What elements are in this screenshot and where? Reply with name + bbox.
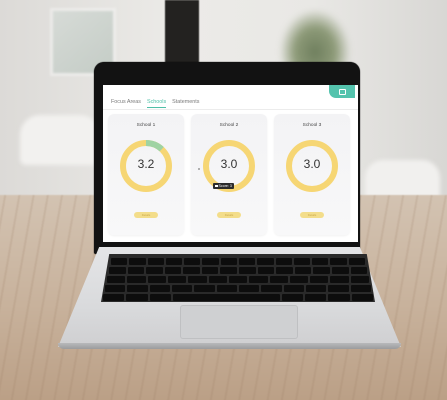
tab-bar: Focus Areas Schools Statements bbox=[111, 99, 199, 108]
keyboard-row bbox=[111, 258, 365, 265]
keyboard-row bbox=[107, 276, 370, 283]
laptop-trackpad bbox=[180, 305, 298, 339]
tooltip-text: Score: 3 bbox=[218, 184, 232, 188]
score-value: 3.0 bbox=[303, 157, 321, 171]
school-card[interactable]: School 2 3.0 Score: 3 Details bbox=[191, 114, 267, 235]
school-card[interactable]: School 1 3.2 Details bbox=[108, 114, 184, 235]
laptop-base-edge bbox=[58, 343, 401, 349]
photo-scene: Focus Areas Schools Statements School 1 … bbox=[0, 0, 447, 400]
school-title: School 1 bbox=[136, 123, 156, 128]
tab-statements[interactable]: Statements bbox=[172, 99, 199, 108]
cursor-dot bbox=[198, 168, 200, 170]
details-button[interactable]: Details bbox=[217, 212, 241, 218]
background-chair bbox=[20, 115, 100, 165]
tab-schools[interactable]: Schools bbox=[146, 99, 167, 108]
school-title: School 2 bbox=[219, 123, 239, 128]
laptop-screen: Focus Areas Schools Statements School 1 … bbox=[103, 85, 358, 242]
score-value: 3.0 bbox=[220, 157, 238, 171]
header-divider bbox=[103, 109, 358, 110]
tooltip-swatch bbox=[215, 184, 218, 188]
layout-icon bbox=[338, 88, 346, 95]
tab-focus-areas[interactable]: Focus Areas bbox=[111, 99, 141, 108]
score-tooltip: Score: 3 bbox=[213, 183, 234, 189]
score-value: 3.2 bbox=[137, 157, 155, 171]
school-cards: School 1 3.2 Details School 2 3.0 Score:… bbox=[108, 114, 350, 235]
layout-toggle-button[interactable] bbox=[329, 85, 355, 98]
school-card[interactable]: School 3 3.0 Details bbox=[274, 114, 350, 235]
keyboard-row bbox=[109, 267, 368, 274]
background-beam bbox=[165, 0, 199, 65]
details-button[interactable]: Details bbox=[134, 212, 158, 218]
background-plant bbox=[280, 10, 350, 70]
school-title: School 3 bbox=[302, 123, 322, 128]
keyboard-row bbox=[105, 285, 371, 292]
laptop-keyboard bbox=[101, 254, 375, 302]
keyboard-row bbox=[103, 294, 373, 301]
details-button[interactable]: Details bbox=[300, 212, 324, 218]
